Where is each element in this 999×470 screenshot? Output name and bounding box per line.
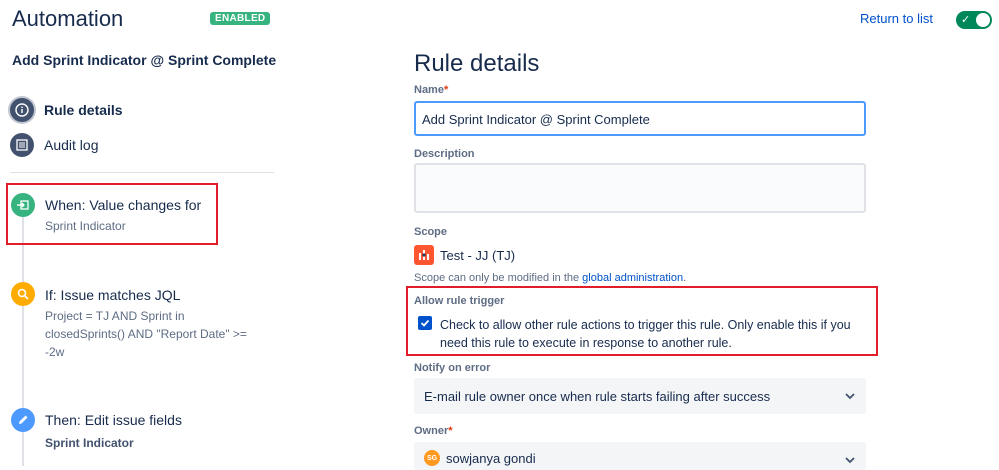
allow-trigger-text: Check to allow other rule actions to tri… [440,318,851,350]
step-condition[interactable] [11,282,35,306]
chevron-down-icon [845,457,855,464]
step-title: Then: Edit issue fields [45,412,182,428]
nav-label: Audit log [44,137,99,153]
nav-label: Rule details [44,102,123,118]
status-badge: ENABLED [210,12,271,25]
step-title: If: Issue matches JQL [45,287,181,303]
allow-trigger-checkbox[interactable] [418,316,432,330]
required-mark: * [443,84,449,96]
description-input[interactable] [414,163,866,213]
nav-rule-details[interactable]: Rule details [10,98,123,122]
rule-enabled-toggle[interactable]: ✓ [956,11,992,29]
step-subtitle-line: -2w [45,345,65,359]
step-subtitle-line: Project = TJ AND Sprint in [45,309,185,323]
allow-trigger-label: Allow rule trigger [414,295,505,307]
toggle-knob [976,13,990,27]
scope-text: Test - JJ (TJ) [440,247,516,263]
scope-label: Scope [414,226,448,238]
owner-label: Owner* [414,425,453,437]
scope-help: Scope can only be modified in the global… [414,272,687,284]
section-heading: Rule details [414,50,540,77]
rule-name: Add Sprint Indicator @ Sprint Complete [12,52,277,68]
step-subtitle-line: closedSprints() AND "Report Date" >= [45,327,247,341]
check-icon [420,319,430,327]
step-trigger[interactable] [11,193,35,217]
notify-label: Notify on error [414,362,491,374]
notify-select[interactable]: E-mail rule owner once when rule starts … [414,378,866,414]
name-label: Name* [414,84,449,96]
step-subtitle: Sprint Indicator [45,436,134,450]
divider [10,172,274,173]
step-subtitle: Sprint Indicator [45,219,126,233]
step-action[interactable] [11,408,35,432]
list-icon [10,133,34,157]
highlight-trigger-box [6,183,218,245]
search-icon [11,282,35,306]
name-input[interactable]: Add Sprint Indicator @ Sprint Complete [414,101,866,136]
required-mark: * [448,425,453,437]
return-to-list-link[interactable]: Return to list [860,11,933,26]
avatar: SG [424,450,440,466]
trigger-icon [11,193,35,217]
check-icon: ✓ [961,14,971,26]
name-input-value: Add Sprint Indicator @ Sprint Complete [422,112,650,127]
info-icon [10,98,34,122]
scope-value: Test - JJ (TJ) [414,245,515,265]
global-administration-link[interactable]: global administration [582,272,683,284]
pencil-icon [11,408,35,432]
nav-audit-log[interactable]: Audit log [10,133,98,157]
notify-select-value: E-mail rule owner once when rule starts … [424,388,771,404]
step-title: When: Value changes for [45,197,202,213]
description-label: Description [414,148,475,160]
chevron-down-icon [845,393,855,400]
project-icon [414,245,434,265]
owner-select-value: SG sowjanya gondi [424,450,536,466]
page-title: Automation [12,6,124,31]
